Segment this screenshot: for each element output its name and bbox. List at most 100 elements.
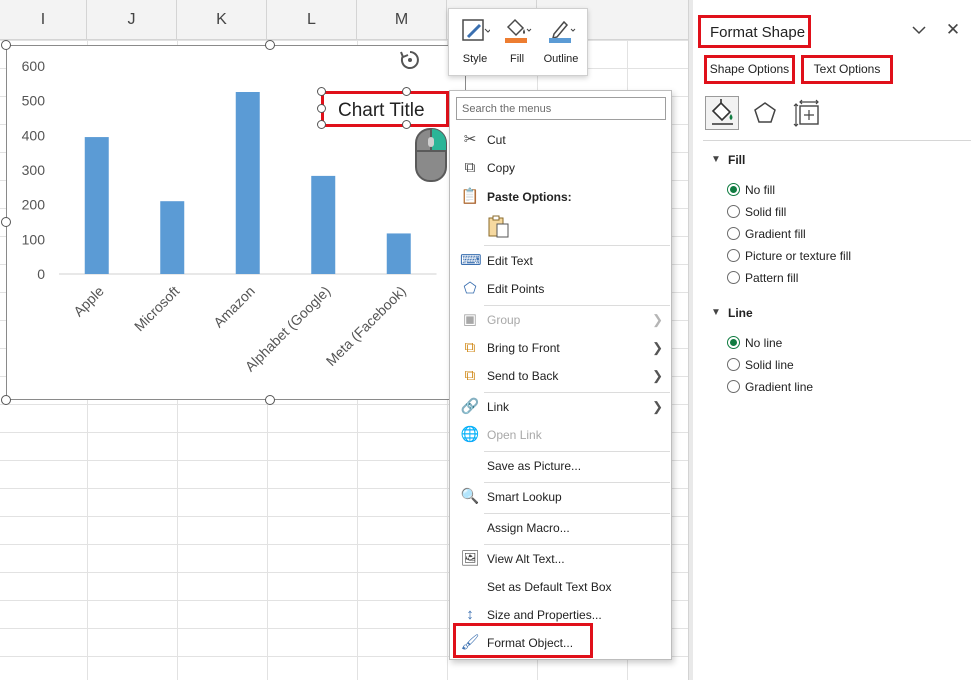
fill-and-line-icon[interactable] (705, 96, 739, 130)
menu-item-save-as-picture[interactable]: Save as Picture... (450, 452, 671, 480)
resize-handle-top-left[interactable] (1, 40, 11, 50)
menu-item-open-link: 🌐 Open Link (460, 426, 542, 443)
menu-item-send-to-back[interactable]: ⧉ Send to Back ❯ (450, 362, 671, 390)
fill-bucket-icon (505, 18, 532, 43)
pane-title-box: Format Shape (698, 15, 811, 48)
bar-microsoft[interactable] (160, 201, 185, 274)
line-section-header[interactable]: ▼ Line (711, 306, 753, 320)
tab-text-options[interactable]: Text Options (801, 55, 893, 84)
menu-item-assign-macro[interactable]: Assign Macro... (450, 514, 671, 542)
title-handle-top-left[interactable] (317, 87, 326, 96)
radio-button[interactable] (727, 205, 740, 218)
x-tick-label: Apple (70, 283, 107, 320)
smart-lookup-icon: 🔍 (460, 488, 480, 505)
radio-button[interactable] (727, 249, 740, 262)
send-to-back-icon: ⧉ (464, 367, 476, 384)
size-properties-icon: ↕ (466, 606, 474, 623)
menu-item-set-default-text-box[interactable]: Set as Default Text Box (450, 573, 671, 601)
y-tick-label: 500 (22, 93, 46, 109)
y-tick-label: 200 (22, 197, 46, 213)
menu-item-cut[interactable]: ✂ Cut (450, 126, 671, 154)
outline-label: Outline (543, 53, 579, 65)
chevron-right-icon: ❯ (652, 399, 663, 414)
bar-apple[interactable] (84, 137, 109, 274)
chevron-down-icon: ▼ (711, 307, 721, 318)
title-handle-left[interactable] (317, 104, 326, 113)
tab-shape-options[interactable]: Shape Options (704, 55, 795, 84)
menu-item-edit-points[interactable]: ⬠ Edit Points (450, 275, 671, 303)
resize-handle-bottom[interactable] (265, 395, 275, 405)
chevron-down-icon: ▼ (711, 154, 721, 165)
chevron-right-icon: ❯ (652, 368, 663, 383)
column-header-i[interactable]: I (0, 0, 87, 40)
menu-separator (484, 245, 670, 246)
size-properties-icon[interactable] (791, 96, 825, 130)
x-tick-label: Meta (Facebook) (323, 283, 409, 369)
edit-text-icon: ⌨ (460, 252, 482, 269)
radio-button[interactable] (727, 358, 740, 371)
outline-color-swatch (549, 38, 571, 43)
radio-button[interactable] (727, 183, 740, 196)
chevron-right-icon: ❯ (652, 312, 663, 327)
menu-item-link[interactable]: 🔗 Link ❯ (450, 393, 671, 421)
column-header-l[interactable]: L (267, 0, 357, 40)
chart-title-box[interactable]: Chart Title (321, 91, 449, 127)
link-icon: 🔗 (460, 398, 480, 415)
column-header-j[interactable]: J (87, 0, 177, 40)
bar-alphabet-google[interactable] (311, 175, 336, 274)
x-tick-label: Amazon (210, 283, 258, 331)
y-tick-label: 400 (22, 127, 46, 143)
fill-color-swatch (505, 38, 527, 43)
menu-item-view-alt-text[interactable]: 🖼 View Alt Text... (450, 545, 671, 573)
outline-pen-icon (549, 20, 576, 43)
resize-handle-top[interactable] (265, 40, 275, 50)
scissors-icon: ✂ (463, 131, 477, 148)
context-menu: ✂ Cut ⧉ Copy 📋 Paste Options: ⌨ Edit Tex… (449, 90, 672, 660)
radio-button[interactable] (727, 271, 740, 284)
chart-title[interactable]: Chart Title (338, 100, 425, 122)
fill-button[interactable]: Fill (497, 15, 537, 73)
copy-icon: ⧉ (464, 159, 476, 176)
menu-item-bring-to-front[interactable]: ⧉ Bring to Front ❯ (450, 334, 671, 362)
menu-item-edit-text[interactable]: ⌨ Edit Text (450, 247, 671, 275)
menu-item-smart-lookup[interactable]: 🔍 Smart Lookup (450, 483, 671, 511)
title-handle-bottom-left[interactable] (317, 120, 326, 129)
title-handle-top[interactable] (402, 87, 411, 96)
bar-meta-facebook[interactable] (386, 233, 411, 274)
rotate-handle-icon[interactable] (398, 48, 422, 72)
bar-amazon[interactable] (235, 92, 260, 274)
alt-text-icon: 🖼 (460, 550, 480, 567)
fill-section-header[interactable]: ▼ Fill (711, 153, 745, 167)
title-handle-bottom[interactable] (402, 120, 411, 129)
format-shape-pane: Format Shape ✕ Shape Options Text Option… (693, 0, 976, 680)
chevron-down-icon[interactable] (911, 22, 927, 38)
resize-handle-bottom-left[interactable] (1, 395, 11, 405)
menu-item-paste-options: 📋 Paste Options: (460, 188, 572, 205)
close-icon[interactable]: ✕ (945, 21, 961, 38)
pane-separator (703, 140, 971, 141)
group-icon: ▣ (462, 311, 478, 328)
chevron-right-icon: ❯ (652, 340, 663, 355)
radio-button[interactable] (727, 380, 740, 393)
outline-button[interactable]: Outline (541, 15, 581, 73)
y-tick-label: 100 (22, 231, 46, 247)
format-object-highlight (453, 623, 593, 658)
menu-item-copy[interactable]: ⧉ Copy (450, 154, 671, 182)
y-tick-label: 0 (37, 266, 45, 282)
search-menus-input[interactable] (456, 97, 666, 120)
x-tick-label: Microsoft (131, 283, 183, 335)
column-header-m[interactable]: M (357, 0, 447, 40)
column-header-k[interactable]: K (177, 0, 267, 40)
shape-style-icon (462, 19, 490, 41)
paste-keep-formatting-icon[interactable] (488, 215, 510, 239)
style-button[interactable]: Style (455, 15, 495, 73)
radio-button[interactable] (727, 227, 740, 240)
y-tick-label: 600 (22, 58, 46, 74)
radio-button[interactable] (727, 336, 740, 349)
edit-points-icon: ⬠ (463, 280, 477, 297)
paste-icon: 📋 (460, 188, 480, 205)
resize-handle-left[interactable] (1, 217, 11, 227)
y-tick-label: 300 (22, 162, 46, 178)
effects-pentagon-icon[interactable] (748, 96, 782, 130)
mini-toolbar: Style Fill Outline (448, 8, 588, 76)
